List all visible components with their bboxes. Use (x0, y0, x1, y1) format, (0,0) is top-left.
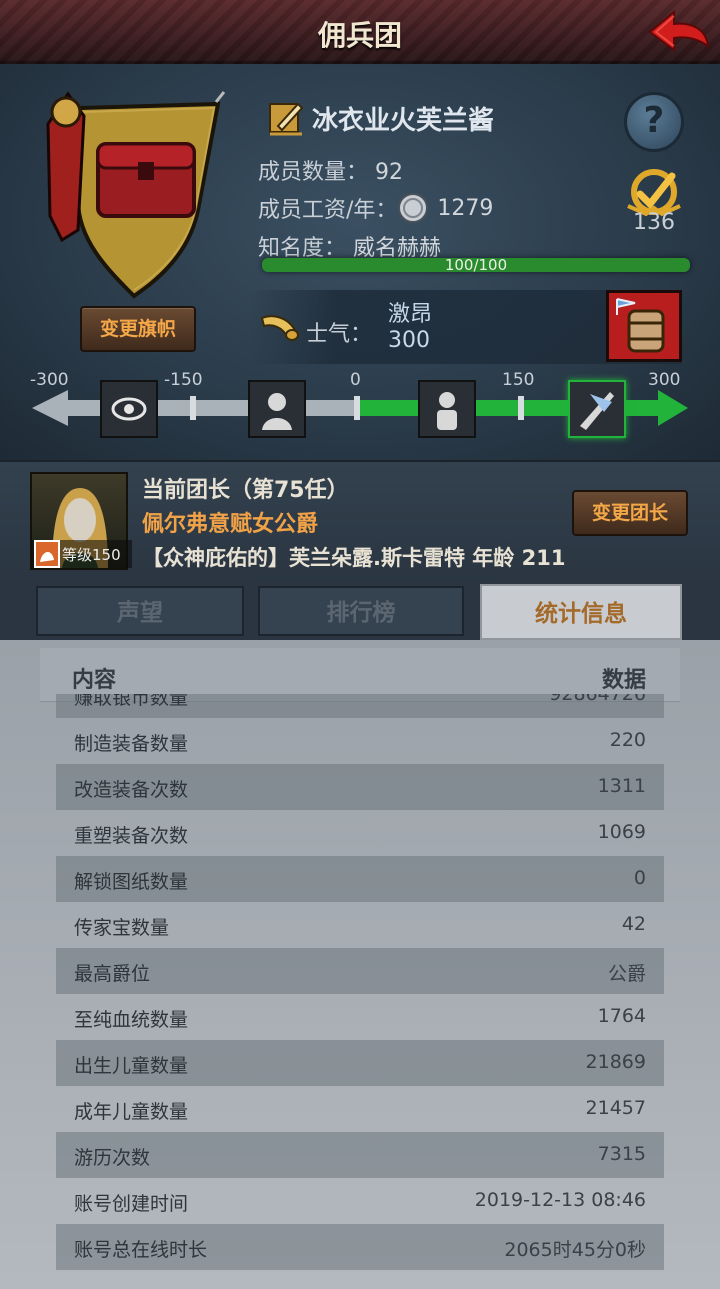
barrel-icon[interactable] (606, 290, 682, 362)
tab-reputation[interactable]: 声望 (36, 586, 244, 636)
stats-list[interactable]: 赚取银币数量 92864726 制造装备数量 220 改造装备次数 1311 重… (56, 694, 664, 1289)
morale-excited-icon[interactable] (568, 380, 626, 438)
tab-leaderboard[interactable]: 排行榜 (258, 586, 464, 636)
stat-row-equipment-modified: 改造装备次数 1311 (56, 764, 664, 810)
stat-row-blueprints-unlocked: 解锁图纸数量 0 (56, 856, 664, 902)
stats-panel: 内容 数据 赚取银币数量 92864726 制造装备数量 220 改造装备次数 … (0, 640, 720, 1289)
page-title: 佣兵团 (317, 19, 402, 52)
stat-label: 赚取银币数量 (74, 694, 189, 709)
stat-value: 1311 (597, 775, 646, 797)
stat-label: 至纯血统数量 (74, 1009, 189, 1031)
guild-name: 冰衣业火芙兰酱 (312, 105, 495, 136)
morale-value: 300 (388, 328, 430, 353)
stat-row-heirlooms: 传家宝数量 42 (56, 902, 664, 948)
stat-row-online-time: 账号总在线时长 2065时45分0秒 (56, 1224, 664, 1270)
guild-header: 变更旗帜 冰衣业火芙兰酱 成员数量： 92 成员工资/年： 1279 知名度： … (0, 64, 720, 460)
leader-class-icon (34, 540, 60, 568)
scale-label-150: 150 (502, 370, 535, 390)
title-bar: 佣兵团 (0, 0, 720, 64)
stat-label: 成年儿童数量 (74, 1101, 189, 1123)
stat-label: 解锁图纸数量 (74, 871, 189, 893)
stat-value: 1069 (597, 821, 646, 843)
members-value: 92 (375, 160, 404, 185)
tab-bar: 声望 排行榜 统计信息 (0, 584, 720, 640)
leader-level: 等级150 (62, 546, 121, 564)
members-label: 成员数量： (258, 160, 369, 185)
members-row: 成员数量： 92 (258, 154, 403, 186)
stat-row-equipment-crafted: 制造装备数量 220 (56, 718, 664, 764)
salary-value: 1279 (437, 195, 494, 221)
stat-value: 220 (609, 729, 646, 751)
stat-label: 最高爵位 (74, 963, 151, 985)
leader-section: 等级150 当前团长（第75任） 佩尔弗意赋女公爵 【众神庇佑的】芙兰朵露.斯卡… (0, 460, 720, 584)
stat-value: 2019-12-13 08:46 (474, 1189, 646, 1211)
stat-row-children-adult: 成年儿童数量 21457 (56, 1086, 664, 1132)
morale-fear-icon[interactable] (248, 380, 306, 438)
scale-label-neg150: -150 (164, 370, 203, 390)
guild-name-row: 冰衣业火芙兰酱 (266, 98, 494, 138)
scale-label-neg300: -300 (30, 370, 69, 390)
stat-label: 账号创建时间 (74, 1193, 189, 1215)
morale-label: 士气： (306, 322, 373, 347)
stat-label: 改造装备次数 (74, 779, 189, 801)
stat-value: 92864726 (549, 694, 646, 705)
stat-value: 1764 (597, 1005, 646, 1027)
stats-header-data: 数据 (601, 668, 646, 693)
scale-label-300: 300 (648, 370, 681, 390)
stats-header-content: 内容 (72, 668, 117, 693)
stat-row-highest-title: 最高爵位 公爵 (56, 948, 664, 994)
morale-calm-icon[interactable] (418, 380, 476, 438)
edit-name-icon[interactable] (266, 98, 306, 138)
stat-label: 传家宝数量 (74, 917, 170, 939)
stat-row-travels: 游历次数 7315 (56, 1132, 664, 1178)
stat-row-account-created: 账号创建时间 2019-12-13 08:46 (56, 1178, 664, 1224)
stat-value: 42 (621, 913, 646, 935)
morale-despair-icon[interactable] (100, 380, 158, 438)
scale-label-0: 0 (350, 370, 361, 390)
leader-heading: 当前团长（第75任） (142, 478, 349, 503)
stat-label: 重塑装备次数 (74, 825, 189, 847)
tab-statistics[interactable]: 统计信息 (480, 584, 682, 640)
stat-value: 2065时45分0秒 (504, 1239, 646, 1261)
stat-value: 21457 (585, 1097, 646, 1119)
stat-row-silver-earned: 赚取银币数量 92864726 (56, 694, 664, 718)
morale-scale: -300 -150 0 150 300 (28, 364, 692, 454)
silver-coin-icon (398, 193, 429, 223)
leader-name: 【众神庇佑的】芙兰朵露.斯卡雷特 年龄 211 (142, 546, 566, 570)
change-flag-button[interactable]: 变更旗帜 (80, 306, 196, 352)
stat-label: 游历次数 (74, 1147, 151, 1169)
horn-icon (260, 315, 299, 341)
stat-value: 0 (633, 867, 646, 889)
stat-value: 公爵 (607, 963, 646, 985)
change-leader-button[interactable]: 变更团长 (572, 490, 688, 536)
morale-state: 激昂 (388, 302, 433, 327)
stat-row-pure-bloodline: 至纯血统数量 1764 (56, 994, 664, 1040)
salary-row: 成员工资/年： 1279 (258, 192, 493, 224)
stat-label: 账号总在线时长 (74, 1239, 208, 1261)
leader-title: 佩尔弗意赋女公爵 (142, 512, 319, 537)
guild-rank-value: 136 (633, 210, 675, 235)
stat-label: 制造装备数量 (74, 733, 189, 755)
guild-banner-icon (46, 91, 226, 299)
stat-label: 出生儿童数量 (74, 1055, 189, 1077)
help-button[interactable]: ? (624, 92, 684, 152)
stat-row-equipment-reshaped: 重塑装备次数 1069 (56, 810, 664, 856)
stat-value: 7315 (597, 1143, 646, 1165)
salary-label: 成员工资/年： (258, 198, 398, 223)
stat-row-children-born: 出生儿童数量 21869 (56, 1040, 664, 1086)
fame-progress-text: 100/100 (444, 256, 508, 274)
back-arrow-icon[interactable] (646, 6, 712, 56)
stat-value: 21869 (585, 1051, 646, 1073)
